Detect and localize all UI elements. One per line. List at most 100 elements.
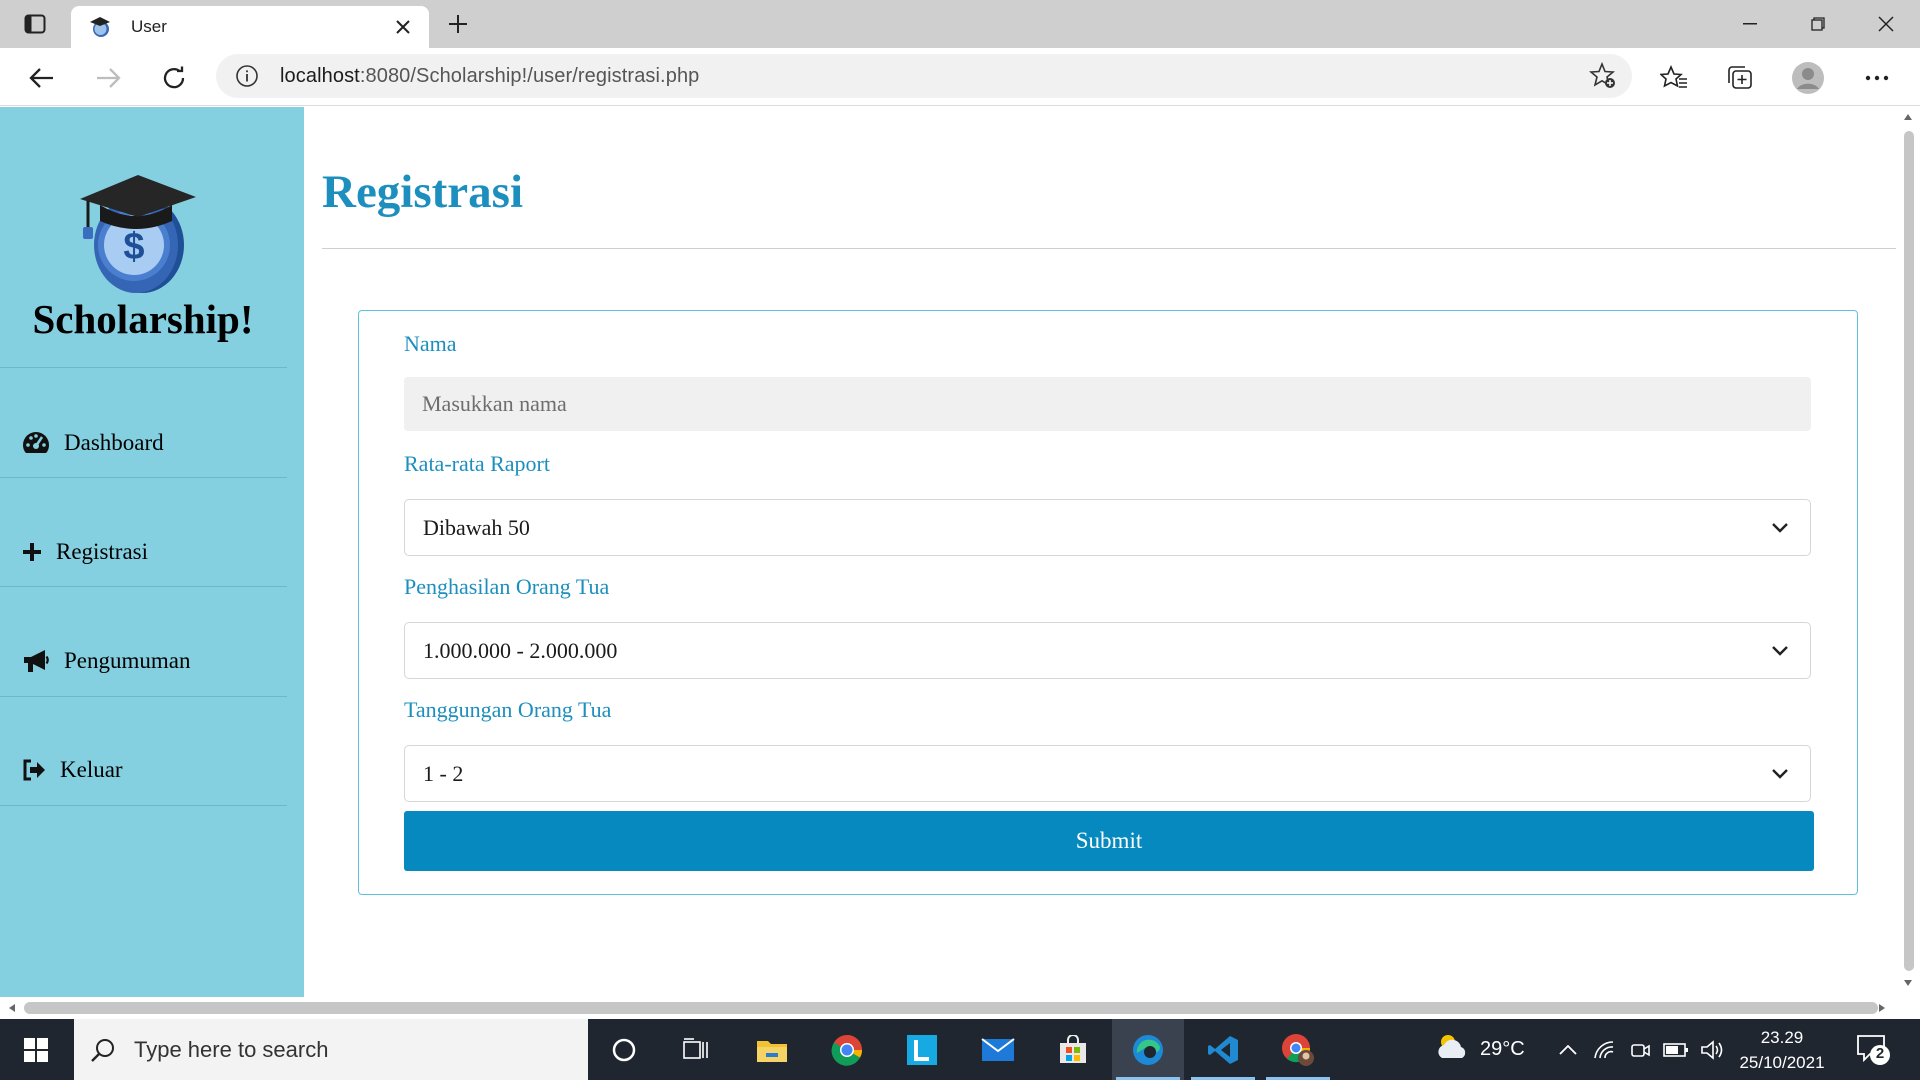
restore-icon[interactable] xyxy=(1784,0,1852,48)
tachometer-icon xyxy=(22,429,50,457)
wifi-icon[interactable] xyxy=(1586,1035,1622,1065)
tanggungan-label: Tanggungan Orang Tua xyxy=(404,697,612,722)
meet-now-icon[interactable] xyxy=(1622,1035,1658,1065)
chevron-up-icon[interactable] xyxy=(1550,1035,1586,1065)
scroll-up-icon[interactable] xyxy=(1903,113,1913,121)
taskbar-clock[interactable]: 23.29 25/10/2021 xyxy=(1722,1025,1842,1075)
l-app-icon[interactable] xyxy=(886,1019,958,1080)
chevron-down-icon xyxy=(1768,639,1792,663)
address-bar[interactable]: localhost:8080/Scholarship!/user/registr… xyxy=(216,54,1632,98)
scroll-right-icon[interactable] xyxy=(1878,1003,1886,1013)
sidebar-item-dashboard[interactable]: Dashboard xyxy=(22,423,164,463)
raport-select[interactable]: Dibawah 50 xyxy=(404,499,1811,556)
logo-dollar-sign: $ xyxy=(123,226,144,268)
site-info-icon[interactable] xyxy=(232,61,262,91)
notification-count: 2 xyxy=(1875,1045,1885,1062)
store-icon[interactable] xyxy=(1037,1019,1109,1080)
horizontal-scrollbar[interactable] xyxy=(0,997,1920,1019)
registration-form: Nama Rata-rata Raport Dibawah 50 Penghas… xyxy=(358,310,1858,895)
system-tray xyxy=(1550,1019,1730,1080)
page-viewport: $ Scholarship! Dashboard Registrasi Peng… xyxy=(0,107,1920,1019)
forward-icon[interactable] xyxy=(91,61,125,95)
sidebar: $ Scholarship! Dashboard Registrasi Peng… xyxy=(0,107,304,997)
close-tab-icon[interactable] xyxy=(391,15,415,39)
penghasilan-select[interactable]: 1.000.000 - 2.000.000 xyxy=(404,622,1811,679)
chrome-icon[interactable] xyxy=(811,1019,883,1080)
taskbar-search[interactable]: Type here to search xyxy=(74,1019,588,1080)
battery-icon[interactable] xyxy=(1658,1035,1694,1065)
collections-icon[interactable] xyxy=(1723,61,1757,95)
file-explorer-icon[interactable] xyxy=(736,1019,808,1080)
raport-label: Rata-rata Raport xyxy=(404,451,550,476)
penghasilan-label: Penghasilan Orang Tua xyxy=(404,574,610,599)
tanggungan-select[interactable]: 1 - 2 xyxy=(404,745,1811,802)
tab-actions-icon[interactable] xyxy=(16,10,54,38)
mail-icon[interactable] xyxy=(962,1019,1034,1080)
nama-label: Nama xyxy=(404,331,457,356)
sidebar-item-registrasi[interactable]: Registrasi xyxy=(22,532,148,572)
more-menu-icon[interactable] xyxy=(1860,61,1894,95)
sidebar-item-label: Registrasi xyxy=(56,539,148,564)
reload-icon[interactable] xyxy=(157,61,191,95)
edge-icon[interactable] xyxy=(1112,1019,1184,1080)
browser-tab-bar: User xyxy=(0,0,1920,48)
back-icon[interactable] xyxy=(25,61,59,95)
raport-select-value: Dibawah 50 xyxy=(423,514,530,540)
nav-divider xyxy=(0,367,287,368)
penghasilan-select-value: 1.000.000 - 2.000.000 xyxy=(423,637,618,663)
url-path: :8080/Scholarship!/user/registrasi.php xyxy=(359,64,700,87)
plus-icon xyxy=(22,538,42,566)
task-view-icon[interactable] xyxy=(660,1019,732,1080)
nav-divider xyxy=(0,477,287,478)
nama-input[interactable] xyxy=(404,377,1811,431)
sidebar-item-label: Dashboard xyxy=(64,430,164,455)
scholarship-favicon-icon xyxy=(87,14,113,40)
sign-out-icon xyxy=(22,756,46,784)
sidebar-item-pengumuman[interactable]: Pengumuman xyxy=(22,641,191,681)
main-content: Registrasi Nama Rata-rata Raport Dibawah… xyxy=(304,107,1900,997)
chevron-down-icon xyxy=(1768,516,1792,540)
nav-divider xyxy=(0,805,287,806)
close-window-icon[interactable] xyxy=(1852,0,1920,48)
notification-center-icon[interactable]: 2 xyxy=(1856,1033,1892,1067)
chrome-profile-icon[interactable] xyxy=(1262,1019,1334,1080)
vertical-scrollbar[interactable] xyxy=(1896,107,1920,997)
vertical-scroll-thumb[interactable] xyxy=(1904,131,1914,971)
clock-date: 25/10/2021 xyxy=(1739,1053,1825,1072)
chevron-down-icon xyxy=(1768,762,1792,786)
weather-temperature: 29°C xyxy=(1480,1038,1525,1060)
clock-time: 23.29 xyxy=(1760,1028,1804,1047)
search-icon xyxy=(88,1035,118,1065)
scroll-left-icon[interactable] xyxy=(8,1003,16,1013)
scholarship-logo-icon: $ xyxy=(76,175,200,295)
windows-taskbar: Type here to search 29°C 23.29 25/10/202… xyxy=(0,1019,1920,1080)
url-host: localhost xyxy=(280,64,360,87)
scroll-down-icon[interactable] xyxy=(1903,979,1913,987)
tanggungan-select-value: 1 - 2 xyxy=(423,760,464,786)
nav-divider xyxy=(0,696,287,697)
add-favorite-icon[interactable] xyxy=(1588,61,1618,91)
weather-widget[interactable]: 29°C xyxy=(1434,1019,1525,1080)
horizontal-scroll-thumb[interactable] xyxy=(24,1002,1878,1014)
vscode-icon[interactable] xyxy=(1187,1019,1259,1080)
sidebar-item-keluar[interactable]: Keluar xyxy=(22,750,123,790)
cortana-icon[interactable] xyxy=(588,1019,660,1080)
bullhorn-icon xyxy=(22,647,50,675)
title-divider xyxy=(322,248,1900,249)
minimize-icon[interactable] xyxy=(1716,0,1784,48)
browser-tab[interactable]: User xyxy=(71,6,429,48)
url-text[interactable]: localhost:8080/Scholarship!/user/registr… xyxy=(280,65,699,88)
submit-button[interactable]: Submit xyxy=(404,811,1814,871)
new-tab-icon[interactable] xyxy=(443,10,473,38)
favorites-icon[interactable] xyxy=(1657,61,1691,95)
sidebar-item-label: Pengumuman xyxy=(64,648,191,673)
sidebar-item-label: Keluar xyxy=(60,757,123,782)
search-placeholder: Type here to search xyxy=(134,1036,329,1062)
nav-divider xyxy=(0,586,287,587)
tab-title: User xyxy=(131,17,167,36)
browser-toolbar: localhost:8080/Scholarship!/user/registr… xyxy=(0,48,1920,106)
windows-start-icon[interactable] xyxy=(0,1019,72,1080)
partly-cloudy-icon xyxy=(1434,1032,1470,1067)
profile-avatar-icon[interactable] xyxy=(1791,61,1825,95)
brand-name: Scholarship! xyxy=(32,296,254,342)
